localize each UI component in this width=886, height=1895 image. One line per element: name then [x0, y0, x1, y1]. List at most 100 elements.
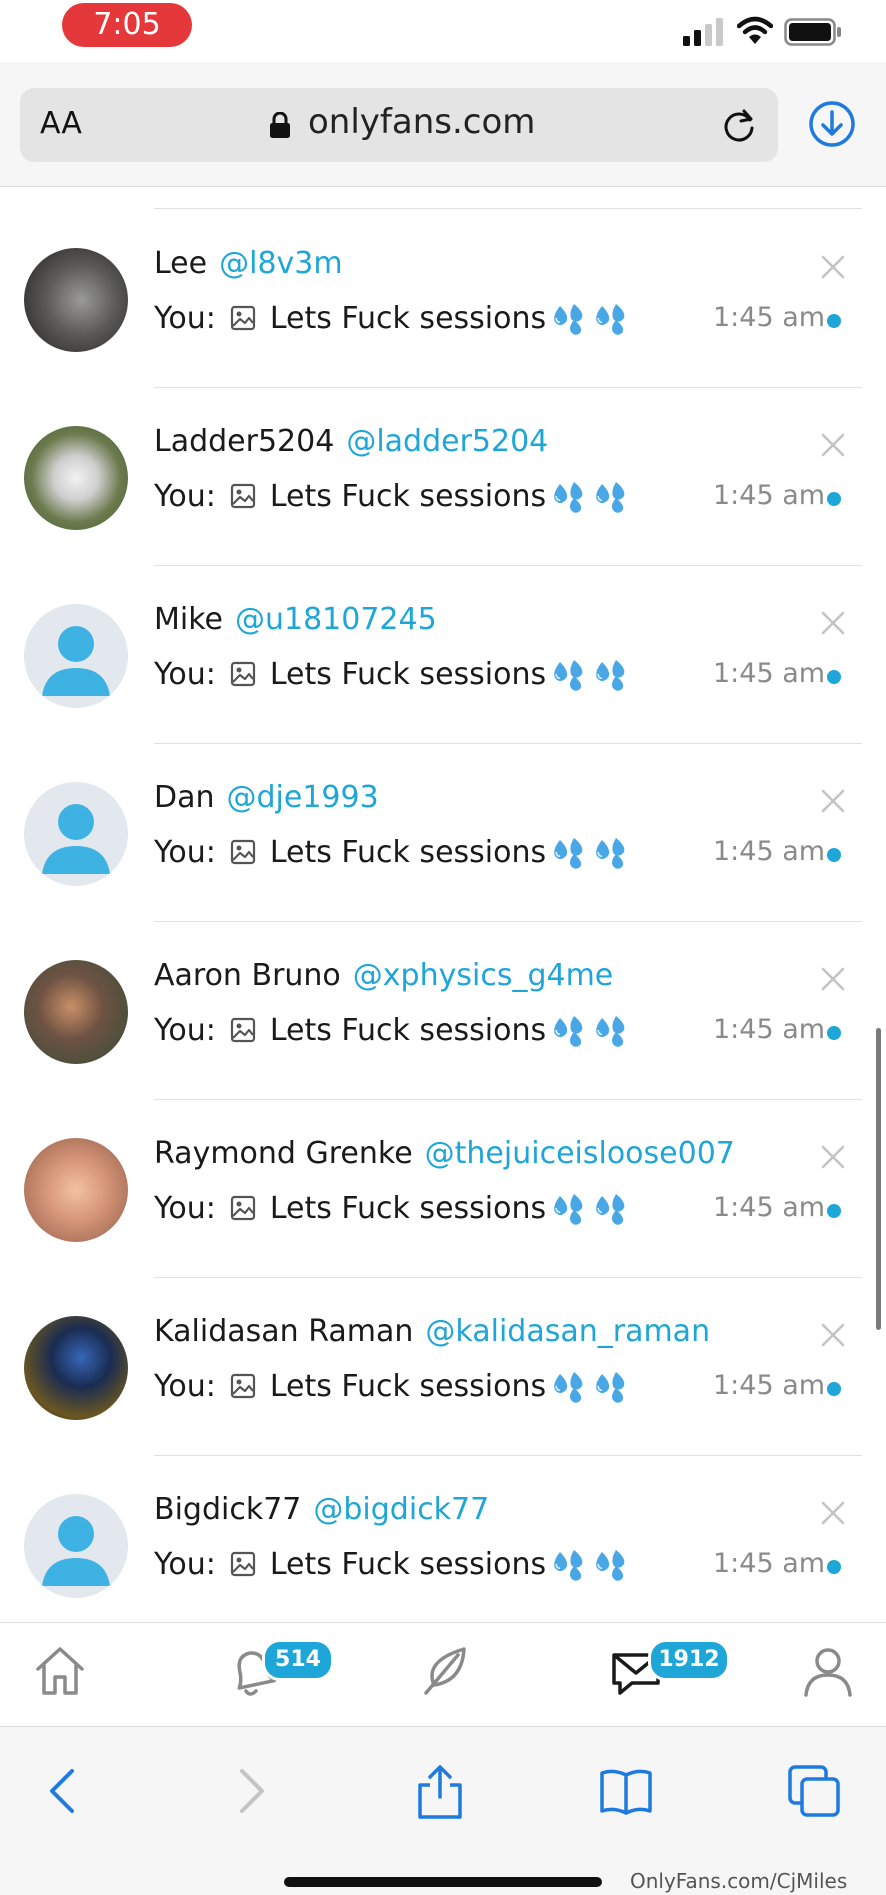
avatar[interactable] [24, 782, 128, 886]
username-handle[interactable]: @l8v3m [219, 246, 343, 281]
bookmarks-button[interactable] [598, 1763, 654, 1819]
chat-user-name[interactable]: Ladder5204 @ladder5204 [154, 424, 548, 459]
username-handle[interactable]: @thejuiceisloose007 [425, 1136, 735, 1171]
chat-user-name[interactable]: Kalidasan Raman @kalidasan_raman [154, 1314, 710, 1349]
scrollbar[interactable] [876, 1028, 881, 1330]
close-icon[interactable] [820, 1322, 846, 1348]
battery-icon [784, 18, 841, 46]
sweat-droplets-icon [596, 304, 625, 335]
status-time: 7:05 [62, 3, 192, 47]
emoji-droplets [550, 1190, 630, 1226]
sweat-droplets-icon [596, 1016, 625, 1047]
username-handle[interactable]: @bigdick77 [313, 1492, 489, 1527]
sweat-droplets-icon [596, 1550, 625, 1581]
app-tab-bar: 514 1912 [0, 1622, 886, 1727]
close-icon[interactable] [820, 254, 846, 280]
tab-new-post[interactable] [414, 1641, 474, 1701]
chat-user-name[interactable]: Bigdick77 @bigdick77 [154, 1492, 489, 1527]
sender-prefix: You: [154, 1546, 216, 1582]
home-icon [36, 1647, 84, 1695]
sweat-droplets-icon [554, 482, 583, 513]
image-icon [230, 1551, 255, 1577]
username-handle[interactable]: @dje1993 [227, 780, 379, 815]
emoji-droplets [550, 1546, 630, 1582]
tab-home[interactable] [30, 1641, 90, 1701]
list-divider [154, 208, 862, 209]
chat-user-name[interactable]: Raymond Grenke @thejuiceisloose007 [154, 1136, 735, 1171]
avatar[interactable] [24, 426, 128, 530]
text-size-button[interactable]: AA [40, 106, 82, 141]
browser-toolbar: OnlyFans.com/CjMiles [0, 1726, 886, 1895]
sender-prefix: You: [154, 478, 216, 514]
close-icon[interactable] [820, 788, 846, 814]
sender-prefix: You: [154, 834, 216, 870]
chat-row[interactable]: Dan @dje1993 You: Lets Fuck sessions 1:45… [0, 744, 886, 922]
unread-dot [827, 670, 841, 684]
messages-badge: 1912 [648, 1639, 730, 1681]
sweat-droplets-icon [554, 1194, 583, 1225]
bookmarks-icon [600, 1769, 652, 1815]
message-time: 1:45 am [713, 302, 826, 333]
display-name: Dan [154, 780, 215, 815]
address-bar[interactable]: AA onlyfans.com [20, 88, 778, 162]
chat-user-name[interactable]: Lee @l8v3m [154, 246, 343, 281]
message-text: Lets Fuck sessions [269, 1546, 547, 1582]
message-text: Lets Fuck sessions [269, 834, 547, 870]
message-text: Lets Fuck sessions [269, 478, 547, 514]
notifications-badge: 514 [262, 1639, 334, 1681]
reload-icon[interactable] [720, 106, 758, 144]
back-button[interactable] [36, 1763, 92, 1819]
download-icon[interactable] [808, 100, 856, 148]
close-icon[interactable] [820, 432, 846, 458]
display-name: Aaron Bruno [154, 958, 341, 993]
chat-row[interactable]: Aaron Bruno @xphysics_g4me You: Lets Fuck… [0, 922, 886, 1100]
tab-profile[interactable] [798, 1641, 858, 1701]
close-icon[interactable] [820, 1144, 846, 1170]
chat-row[interactable]: Mike @u18107245 You: Lets Fuck sessions 1… [0, 566, 886, 744]
avatar[interactable] [24, 604, 128, 708]
forward-button[interactable] [222, 1763, 278, 1819]
last-message-preview: You: Lets Fuck sessions [154, 300, 630, 336]
display-name: Lee [154, 246, 208, 281]
last-message-preview: You: Lets Fuck sessions [154, 656, 630, 692]
username-handle[interactable]: @ladder5204 [346, 424, 548, 459]
close-icon[interactable] [820, 610, 846, 636]
chat-user-name[interactable]: Dan @dje1993 [154, 780, 379, 815]
message-time: 1:45 am [713, 480, 826, 511]
chat-row[interactable]: Raymond Grenke @thejuiceisloose007 You: L… [0, 1100, 886, 1278]
unread-dot [827, 1382, 841, 1396]
url-text[interactable]: onlyfans.com [308, 102, 535, 142]
chat-row[interactable]: Lee @l8v3m You: Lets Fuck sessions 1:45 a… [0, 210, 886, 388]
close-icon[interactable] [820, 966, 846, 992]
sweat-droplets-icon [554, 1550, 583, 1581]
username-handle[interactable]: @kalidasan_raman [425, 1314, 710, 1349]
chat-row[interactable]: Kalidasan Raman @kalidasan_raman You: Let… [0, 1278, 886, 1456]
chat-list: Lee @l8v3m You: Lets Fuck sessions 1:45 a… [0, 186, 886, 1622]
share-button[interactable] [412, 1763, 468, 1819]
unread-dot [827, 848, 841, 862]
message-text: Lets Fuck sessions [269, 656, 547, 692]
avatar[interactable] [24, 248, 128, 352]
chat-row[interactable]: Bigdick77 @bigdick77 You: Lets Fuck sessi… [0, 1456, 886, 1622]
username-handle[interactable]: @xphysics_g4me [353, 958, 613, 993]
browser-address-area: AA onlyfans.com [0, 62, 886, 187]
sender-prefix: You: [154, 656, 216, 692]
avatar[interactable] [24, 1138, 128, 1242]
chat-user-name[interactable]: Aaron Bruno @xphysics_g4me [154, 958, 613, 993]
username-handle[interactable]: @u18107245 [235, 602, 437, 637]
sweat-droplets-icon [596, 1372, 625, 1403]
image-icon [230, 1017, 255, 1043]
avatar[interactable] [24, 1316, 128, 1420]
sweat-droplets-icon [554, 660, 583, 691]
display-name: Mike [154, 602, 223, 637]
emoji-droplets [550, 300, 630, 336]
close-icon[interactable] [820, 1500, 846, 1526]
avatar[interactable] [24, 960, 128, 1064]
message-text: Lets Fuck sessions [269, 300, 547, 336]
watermark: OnlyFans.com/CjMiles [630, 1869, 848, 1893]
avatar[interactable] [24, 1494, 128, 1598]
chat-user-name[interactable]: Mike @u18107245 [154, 602, 437, 637]
chat-row[interactable]: Ladder5204 @ladder5204 You: Lets Fuck ses… [0, 388, 886, 566]
tabs-button[interactable] [786, 1763, 842, 1819]
profile-icon [804, 1648, 852, 1697]
